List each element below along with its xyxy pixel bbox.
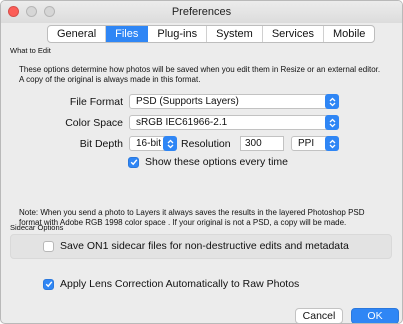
save-sidecar-label: Save ON1 sidecar files for non-destructi… [60, 240, 349, 252]
lens-correction-label: Apply Lens Correction Automatically to R… [60, 278, 300, 290]
tab-general[interactable]: General [48, 26, 107, 42]
lens-correction-row[interactable]: Apply Lens Correction Automatically to R… [43, 278, 299, 290]
resolution-unit-select[interactable]: PPI [291, 136, 339, 151]
tab-files[interactable]: Files [106, 26, 149, 42]
color-space-select[interactable]: sRGB IEC61966-2.1 [129, 115, 339, 130]
save-sidecar-checkbox[interactable] [43, 240, 54, 252]
close-window-button[interactable] [8, 6, 19, 17]
chevron-updown-icon [325, 136, 339, 151]
layers-note: Note: When you send a photo to Layers it… [19, 208, 365, 227]
bit-depth-select[interactable]: 16-bit [129, 136, 177, 151]
window-title: Preferences [171, 6, 232, 18]
show-options-label: Show these options every time [145, 156, 288, 168]
resolution-label: Resolution [181, 138, 231, 150]
preferences-tabs: General Files Plug-ins System Services M… [47, 25, 376, 43]
what-to-edit-description: These options determine how photos will … [19, 65, 381, 84]
file-format-value: PSD (Supports Layers) [136, 96, 239, 107]
window-controls [8, 6, 55, 17]
chevron-updown-icon [163, 136, 177, 151]
show-options-checkbox[interactable] [128, 156, 139, 168]
title-bar[interactable]: Preferences [1, 1, 402, 23]
save-sidecar-row[interactable]: Save ON1 sidecar files for non-destructi… [43, 240, 349, 252]
color-space-value: sRGB IEC61966-2.1 [136, 117, 228, 128]
file-format-select[interactable]: PSD (Supports Layers) [129, 94, 339, 109]
lens-correction-checkbox[interactable] [43, 278, 54, 290]
bit-depth-label: Bit Depth [79, 138, 123, 150]
tab-plug-ins[interactable]: Plug-ins [148, 26, 208, 42]
cancel-button[interactable]: Cancel [295, 308, 343, 323]
ok-button[interactable]: OK [351, 308, 399, 323]
chevron-updown-icon [325, 94, 339, 109]
preferences-window: Preferences General Files Plug-ins Syste… [0, 0, 403, 324]
checkmark-icon [45, 281, 52, 288]
color-space-label: Color Space [65, 117, 123, 129]
show-options-row[interactable]: Show these options every time [128, 156, 288, 168]
checkmark-icon [130, 159, 137, 166]
sidecar-options-heading: Sidecar Options [10, 223, 64, 232]
resolution-unit-value: PPI [298, 138, 315, 149]
bit-depth-value: 16-bit [136, 138, 162, 149]
minimize-window-button[interactable] [26, 6, 37, 17]
tab-mobile[interactable]: Mobile [324, 26, 374, 42]
resolution-input[interactable]: 300 [240, 136, 284, 151]
tab-system[interactable]: System [207, 26, 263, 42]
tab-services[interactable]: Services [263, 26, 324, 42]
file-format-label: File Format [69, 96, 123, 108]
zoom-window-button[interactable] [44, 6, 55, 17]
chevron-updown-icon [325, 115, 339, 130]
what-to-edit-heading: What to Edit [10, 46, 51, 55]
